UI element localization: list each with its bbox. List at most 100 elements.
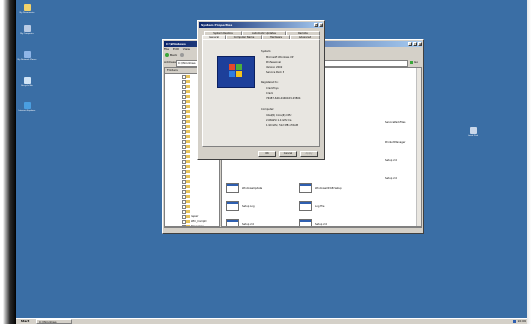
desktop-icon-my-documents[interactable]: My Documents (17, 4, 37, 14)
registered-owner: CrackToys (266, 87, 279, 90)
system-properties-dialog: System Properties ? × System Restore Aut… (197, 20, 325, 160)
close-button[interactable]: × (418, 42, 422, 46)
back-button[interactable]: Back (165, 53, 177, 58)
folder-icon (186, 110, 190, 113)
ok-button[interactable]: OK (258, 151, 276, 157)
desktop-icon-network-places[interactable]: My Network Places (17, 51, 37, 61)
file-label[interactable]: ProductManager (385, 141, 405, 144)
file-label: Setup 2.0 (315, 223, 328, 226)
system-header: System: (261, 50, 272, 53)
dialog-close-button[interactable]: × (319, 23, 323, 27)
address-label: Address (164, 60, 176, 64)
tray-icon[interactable] (513, 319, 517, 323)
help-button[interactable]: ? (314, 23, 318, 27)
go-arrow-icon (410, 60, 413, 64)
folder-icon (186, 190, 190, 193)
desktop-icon-local-disk[interactable]: Local Disk (463, 127, 483, 137)
folder-icon (186, 125, 190, 128)
file-thumbnail-icon (299, 219, 312, 226)
folder-icon (186, 175, 190, 178)
menu-file[interactable]: File (164, 47, 169, 51)
recycle-bin-icon (23, 77, 31, 84)
back-label: Back (169, 53, 178, 57)
folder-icon (186, 140, 190, 143)
folder-icon (186, 205, 190, 208)
file-label: Setup 2.0 (242, 223, 255, 226)
folder-icon (186, 215, 190, 218)
system-service-pack: Service Pack 3 (266, 71, 285, 74)
system-edition: Professional (266, 61, 282, 64)
folder-icon (186, 160, 190, 163)
internet-explorer-icon (23, 102, 31, 109)
go-button[interactable]: Go (410, 60, 421, 65)
cancel-button[interactable]: Cancel (279, 151, 297, 157)
computer-icon (23, 25, 31, 32)
taskbar-item-explorer[interactable]: C:\Windows (36, 319, 72, 324)
apply-button[interactable]: Apply (300, 151, 318, 157)
computer-cpu-speed: 2.66GHz 1.4 GHz Ca (266, 119, 292, 122)
computer-cpu: Intel(R) Core(R) CPU (266, 114, 292, 117)
start-label: Start (20, 319, 30, 323)
folder-icon (186, 95, 190, 98)
folder-icon (186, 185, 190, 188)
folder-icon (186, 180, 190, 183)
go-label: Go (413, 60, 419, 64)
file-thumbnail-icon (226, 201, 239, 211)
folder-icon (186, 210, 190, 213)
desktop-icon-label: Internet Explorer (18, 110, 36, 112)
folder-icon (186, 220, 190, 223)
desktop-icon-label: My Computer (20, 33, 34, 35)
taskbar-item-label: C:\Windows (39, 320, 57, 324)
file-label[interactable]: Setup 2.0 (385, 177, 397, 180)
tree-item-label: WIC_CompD (191, 220, 207, 223)
back-arrow-icon (165, 53, 169, 57)
folder-icon (186, 150, 190, 153)
screen: My Documents My Computer My Network Plac… (0, 0, 531, 324)
desktop: My Documents My Computer My Network Plac… (16, 0, 527, 318)
system-tray: 10:06 (500, 319, 526, 324)
folder-icon (186, 120, 190, 123)
file-thumbnail-icon (226, 183, 239, 193)
system-version: Version 2002 (266, 66, 283, 69)
system-os: Microsoft Windows XP (266, 56, 294, 59)
menu-edit[interactable]: Edit (173, 47, 179, 51)
file-label: WindowsXP-KB Setup (315, 187, 342, 190)
forward-button[interactable] (180, 53, 184, 57)
desktop-icon-recycle-bin[interactable]: Recycle Bin (17, 77, 37, 87)
folder-icon (186, 105, 190, 108)
menu-view[interactable]: View (183, 47, 190, 51)
folder-icon (186, 130, 190, 133)
file-label[interactable]: ServicePackFiles (385, 121, 405, 124)
minimize-button[interactable]: _ (408, 42, 412, 46)
file-label: WindowsUpdate (242, 187, 263, 190)
monitor-bezel-right (527, 0, 531, 324)
folder-icon (186, 195, 190, 198)
desktop-icon-internet-explorer[interactable]: Internet Explorer (17, 102, 37, 112)
desktop-icon-label: My Network Places (17, 59, 37, 61)
clock[interactable]: 10:06 (517, 319, 526, 323)
file-thumbnail-icon (299, 201, 312, 211)
dialog-titlebar[interactable]: System Properties ? × (199, 22, 323, 28)
computer-ram: 1.99 GHz, 512 MB of RAM (266, 124, 299, 127)
folder-icon (23, 4, 31, 11)
start-button[interactable]: Start (17, 319, 33, 324)
desktop-icon-label: Local Disk (467, 135, 479, 137)
status-bar (164, 227, 422, 232)
folder-icon (186, 145, 190, 148)
explorer-title: C:\Windows (166, 42, 186, 46)
file-thumbnail-icon (299, 183, 312, 193)
registered-org: Crack (266, 92, 274, 95)
folder-icon (186, 80, 190, 83)
vertical-scrollbar[interactable] (416, 68, 421, 226)
desktop-icon-my-computer[interactable]: My Computer (17, 25, 37, 35)
file-label[interactable]: Setup 2.0 (385, 159, 397, 162)
folder-icon (186, 115, 190, 118)
computer-header: Computer: (261, 108, 275, 111)
maximize-button[interactable]: □ (413, 42, 417, 46)
folder-icon (186, 165, 190, 168)
folder-icon (186, 85, 190, 88)
file-label: Log File (315, 205, 325, 208)
desktop-icon-label: Recycle Bin (21, 85, 33, 87)
monitor-bezel-left (0, 0, 16, 324)
folder-icon (186, 100, 190, 103)
